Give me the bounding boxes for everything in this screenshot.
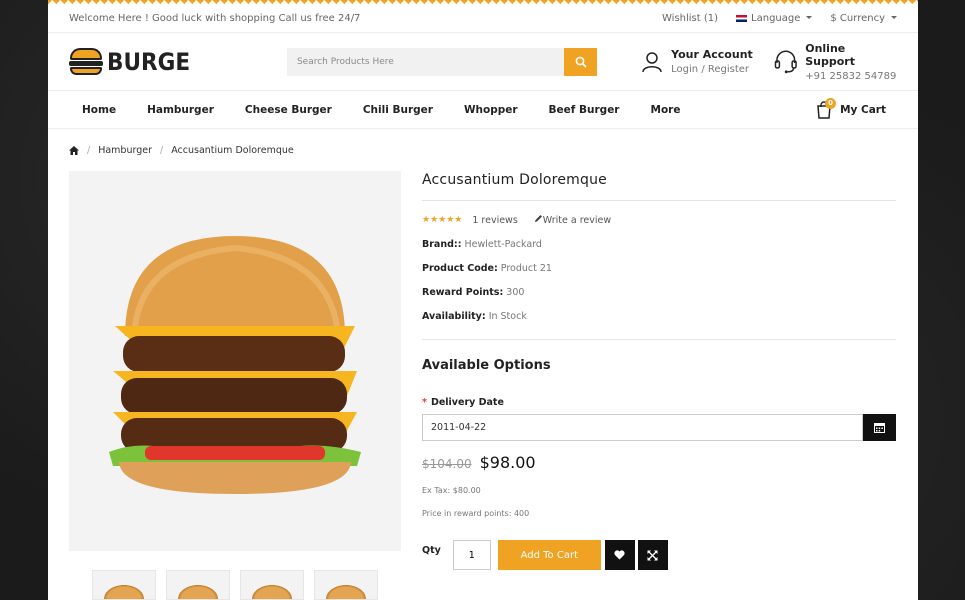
- cart-label: My Cart: [840, 103, 886, 116]
- delivery-date-input[interactable]: [422, 414, 863, 441]
- calendar-icon: [874, 423, 885, 433]
- top-bar: Welcome Here ! Good luck with shopping C…: [48, 5, 918, 33]
- thumbnail-2[interactable]: [166, 570, 230, 600]
- code-value: Product 21: [500, 263, 552, 274]
- divider: [422, 339, 896, 340]
- add-to-cart-button[interactable]: Add To Cart: [497, 540, 601, 570]
- expand-icon: [647, 550, 658, 560]
- cart-count-badge: 0: [825, 97, 837, 109]
- availability-row: Availability: In Stock: [422, 311, 896, 322]
- points-value: 300: [506, 287, 525, 298]
- compare-button[interactable]: [637, 540, 668, 570]
- search-button[interactable]: [564, 47, 598, 76]
- support-title: Online Support: [805, 41, 855, 68]
- breadcrumb-separator: /: [87, 144, 91, 156]
- breadcrumb-hamburger[interactable]: Hamburger: [98, 145, 152, 156]
- nav-cheese-burger[interactable]: Cheese Burger: [245, 104, 332, 116]
- brand-label: Brand::: [422, 239, 462, 250]
- product-code-row: Product Code: Product 21: [422, 263, 896, 274]
- product-content: Accusantium Doloremque ★★★★★ 1 reviews W…: [48, 171, 918, 600]
- currency-label: $ Currency: [830, 13, 885, 24]
- nav-more[interactable]: More: [651, 104, 681, 116]
- thumbnail-3[interactable]: [240, 570, 304, 600]
- options-title: Available Options: [422, 358, 551, 373]
- write-review-link[interactable]: Write a review: [534, 214, 611, 226]
- brand-value[interactable]: Hewlett-Packard: [465, 239, 542, 250]
- currency-dropdown[interactable]: $ Currency: [830, 13, 897, 24]
- thumbnail-4[interactable]: [314, 570, 378, 600]
- required-marker: *: [422, 397, 427, 408]
- login-register-link[interactable]: Login / Register: [671, 64, 753, 75]
- breadcrumb: / Hamburger / Accusantium Doloremque: [48, 129, 918, 171]
- wishlist-button[interactable]: [604, 540, 635, 570]
- delivery-date-field: [422, 414, 896, 441]
- product-title: Accusantium Doloremque: [422, 172, 896, 201]
- wishlist-link[interactable]: Wishlist (1): [662, 13, 718, 24]
- top-bar-links: Wishlist (1) Language $ Currency: [662, 13, 897, 24]
- reviews-link[interactable]: 1 reviews: [472, 215, 517, 226]
- burger-logo-icon: [69, 47, 103, 76]
- current-price: $98.00: [479, 453, 536, 472]
- availability-label: Availability:: [422, 311, 486, 322]
- logo[interactable]: BURGE: [69, 47, 287, 76]
- user-icon: [642, 51, 662, 72]
- nav-whopper[interactable]: Whopper: [464, 104, 518, 116]
- headset-icon: [774, 49, 797, 73]
- language-dropdown[interactable]: Language: [736, 13, 812, 24]
- header: BURGE Your Account Login / Register Onli…: [48, 33, 918, 91]
- nav-beef-burger[interactable]: Beef Burger: [549, 104, 620, 116]
- code-label: Product Code:: [422, 263, 498, 274]
- store-page: Welcome Here ! Good luck with shopping C…: [48, 0, 918, 600]
- delivery-label-text: Delivery Date: [430, 397, 504, 408]
- ex-tax: Ex Tax: $80.00: [422, 486, 481, 495]
- heart-icon: [614, 550, 625, 560]
- welcome-text: Welcome Here ! Good luck with shopping C…: [69, 13, 361, 24]
- breadcrumb-current[interactable]: Accusantium Doloremque: [171, 145, 294, 156]
- brand-row: Brand:: Hewlett-Packard: [422, 239, 896, 250]
- purchase-row: Qty Add To Cart: [422, 540, 896, 570]
- account-block[interactable]: Your Account Login / Register: [641, 48, 774, 75]
- points-label: Reward Points:: [422, 287, 504, 298]
- nav-chili-burger[interactable]: Chili Burger: [363, 104, 433, 116]
- product-details: Accusantium Doloremque ★★★★★ 1 reviews W…: [422, 171, 896, 600]
- thumbnail-1[interactable]: [92, 570, 156, 600]
- search-input[interactable]: [286, 47, 565, 76]
- logo-text: BURGE: [107, 47, 191, 76]
- nav-home[interactable]: Home: [82, 104, 116, 116]
- search-bar: [286, 47, 598, 76]
- home-icon[interactable]: [69, 145, 79, 155]
- language-label: Language: [751, 13, 801, 24]
- rating-row: ★★★★★ 1 reviews Write a review: [422, 214, 896, 227]
- qty-label: Qty: [422, 544, 441, 556]
- calendar-button[interactable]: [863, 414, 896, 441]
- main-nav: Home Hamburger Cheese Burger Chili Burge…: [48, 91, 918, 129]
- thumbnail-strip: [69, 570, 401, 600]
- uk-flag-icon: [736, 14, 748, 22]
- star-rating: ★★★★★: [422, 215, 463, 225]
- support-block: Online Support +91 25832 54789: [774, 42, 897, 82]
- support-phone: +91 25832 54789: [805, 70, 897, 82]
- quantity-input[interactable]: [452, 540, 491, 570]
- reward-points-row: Reward Points: 300: [422, 287, 896, 298]
- account-title: Your Account: [671, 48, 753, 61]
- price-row: $104.00 $98.00: [422, 453, 896, 472]
- product-main-image[interactable]: [69, 171, 401, 551]
- reward-price: Price in reward points: 400: [422, 509, 530, 518]
- cart-button[interactable]: 0 My Cart: [816, 97, 886, 119]
- breadcrumb-separator: /: [160, 144, 164, 156]
- pencil-icon: [534, 215, 542, 222]
- availability-value: In Stock: [488, 311, 527, 322]
- delivery-date-label: * Delivery Date: [422, 397, 896, 408]
- old-price: $104.00: [422, 457, 472, 471]
- nav-hamburger[interactable]: Hamburger: [147, 104, 214, 116]
- write-review-label: Write a review: [542, 215, 612, 226]
- product-gallery: [69, 171, 401, 600]
- burger-product-image: [109, 236, 361, 494]
- search-icon: [575, 56, 587, 68]
- shopping-bag-icon: 0: [816, 97, 837, 119]
